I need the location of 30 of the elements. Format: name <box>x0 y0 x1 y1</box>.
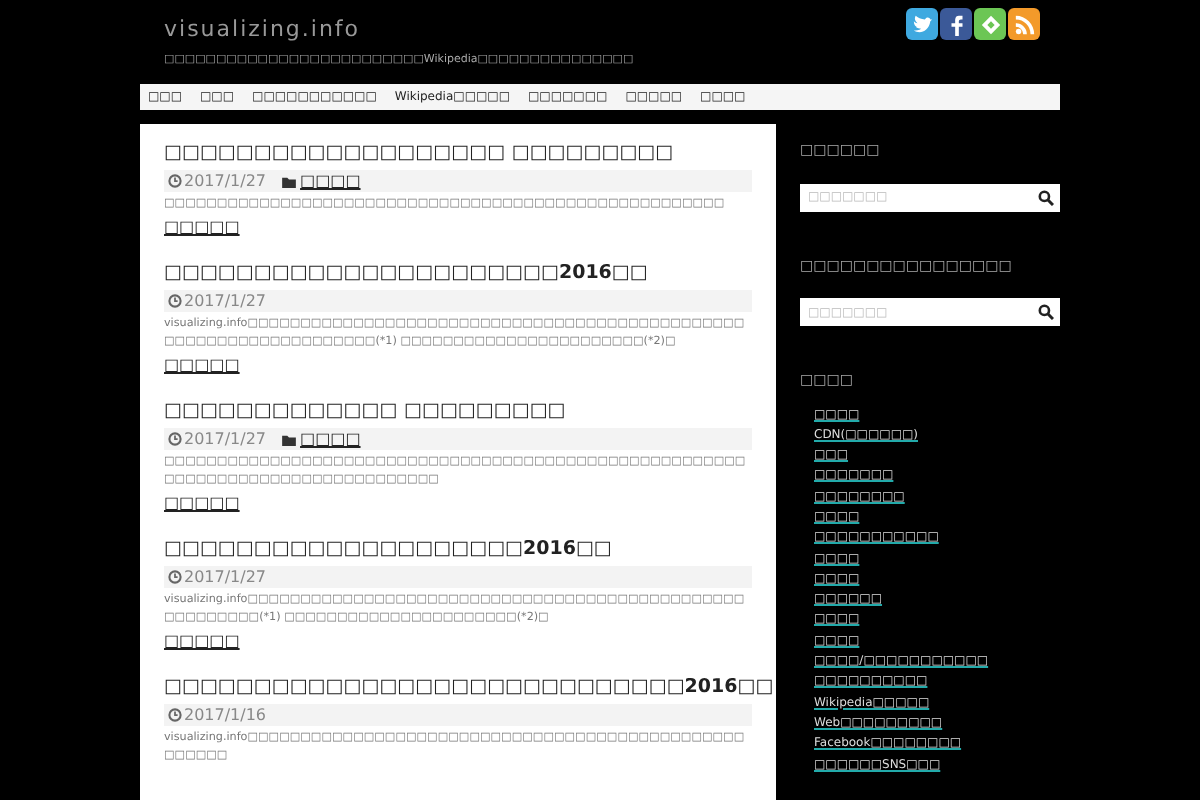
post-date: 2017/1/27 <box>168 427 267 451</box>
post-date: 2017/1/16 <box>168 703 267 727</box>
read-more-link[interactable]: □□□□□ <box>164 216 240 240</box>
post-title-link[interactable]: □□□□□□□□□□□□□□□□□□□□□□2016□□ <box>164 262 648 286</box>
facebook-icon[interactable] <box>940 8 972 40</box>
clock-icon <box>168 708 182 722</box>
read-more-link[interactable]: □□□□□ <box>164 354 240 378</box>
search-icon[interactable] <box>1038 189 1054 205</box>
clock-icon <box>168 294 182 308</box>
post-title-link[interactable]: □□□□□□□□□□□□□□□□□□□□2016□□ <box>164 538 612 562</box>
folder-icon <box>282 433 297 445</box>
clock-icon <box>168 432 182 446</box>
read-more-link[interactable]: □□□□□ <box>164 492 240 516</box>
post-date: 2017/1/27 <box>168 169 267 193</box>
post-date: 2017/1/27 <box>168 289 267 313</box>
clock-icon <box>168 174 182 188</box>
rss-icon[interactable] <box>1008 8 1040 40</box>
site-title[interactable]: visualizing.info <box>164 16 634 42</box>
read-more-link[interactable]: □□□□□ <box>164 630 240 654</box>
post-title-link[interactable]: □□□□□□□□□□□□□ □□□□□□□□□ <box>164 400 566 424</box>
twitter-icon[interactable] <box>906 8 938 40</box>
feedly-icon[interactable] <box>974 8 1006 40</box>
category-link[interactable]: □□□□ <box>300 169 361 193</box>
post-title-link[interactable]: □□□□□□□□□□□□□□□□□□□□□□□□□□□□□2016□□ <box>164 676 774 700</box>
folder-icon <box>282 175 297 187</box>
clock-icon <box>168 570 182 584</box>
post-title-link[interactable]: □□□□□□□□□□□□□□□□□□□ □□□□□□□□□ <box>164 142 674 166</box>
post-date: 2017/1/27 <box>168 565 267 589</box>
search-icon[interactable] <box>1038 304 1054 320</box>
category-link[interactable]: □□□□ <box>300 427 361 451</box>
